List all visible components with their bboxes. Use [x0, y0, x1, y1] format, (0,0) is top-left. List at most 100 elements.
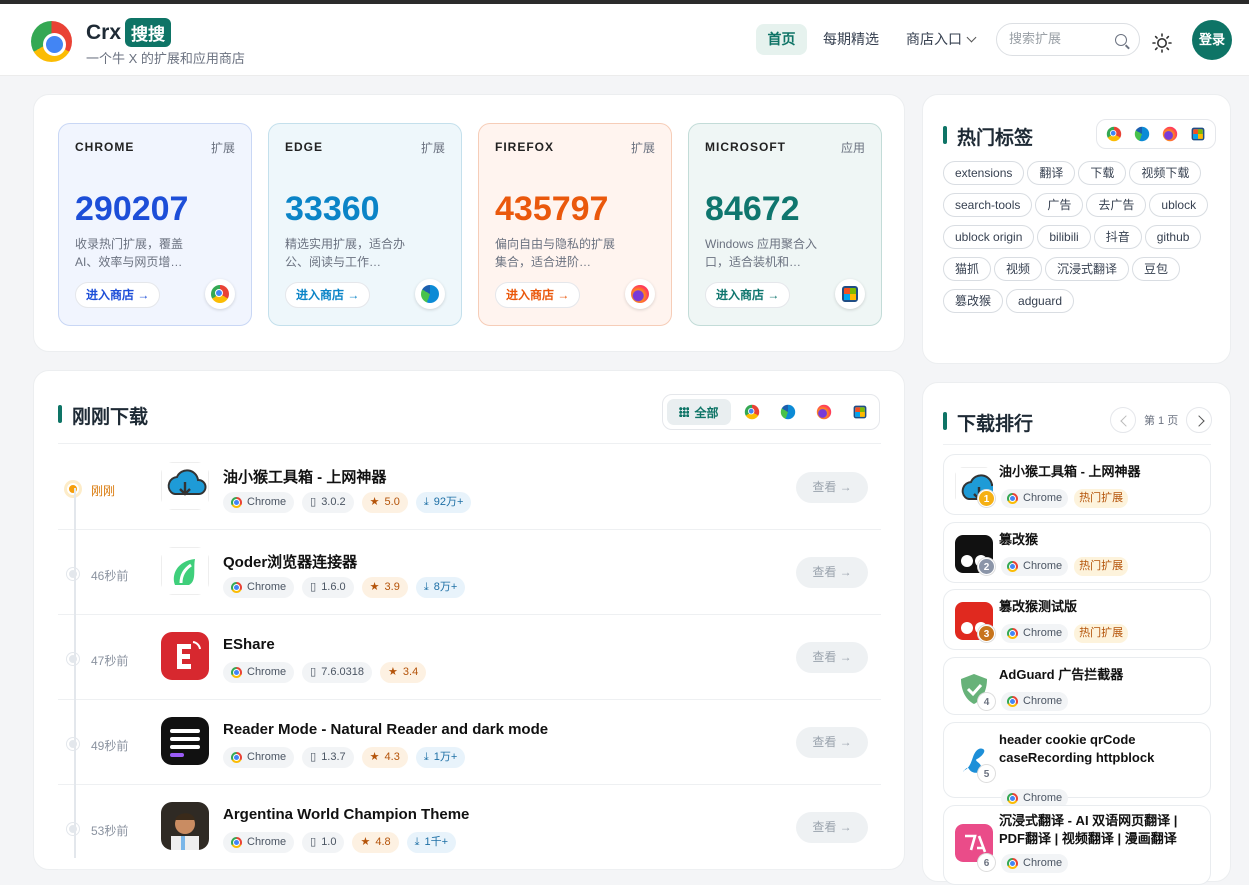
app-name[interactable]: 油小猴工具箱 - 上网神器	[999, 463, 1199, 481]
app-icon[interactable]	[161, 547, 209, 595]
tag-chip[interactable]: 篡改猴	[943, 289, 1004, 313]
filter-microsoft[interactable]	[1185, 123, 1211, 145]
tag-chip[interactable]: 下载	[1078, 161, 1127, 185]
rating-label: 5.0	[384, 496, 400, 508]
recent-download-row[interactable]: 53秒前 Argentina World Champion Theme Chro…	[58, 785, 881, 870]
enter-store-button[interactable]: 进入商店 →	[495, 282, 581, 308]
tag-chip[interactable]: 抖音	[1093, 225, 1142, 249]
search-icon[interactable]	[1115, 34, 1127, 46]
store-count: 290207	[75, 190, 189, 228]
tag-chip[interactable]: ublock origin	[943, 225, 1035, 249]
tag-chip[interactable]: 沉浸式翻译	[1045, 257, 1130, 281]
search-input[interactable]	[1009, 31, 1109, 46]
login-button[interactable]: 登录	[1192, 20, 1232, 60]
browser-tag: Chrome	[223, 747, 295, 768]
brand[interactable]: Crx 搜搜	[86, 18, 172, 47]
hot-badge: 热门扩展	[1074, 557, 1129, 576]
prev-page-button[interactable]	[1110, 407, 1136, 433]
star-icon: ★	[369, 496, 380, 508]
filter-firefox[interactable]	[809, 399, 839, 425]
chrome-icon	[1007, 561, 1018, 572]
tag-chip[interactable]: 广告	[1035, 193, 1084, 217]
tag-chip[interactable]: ublock	[1149, 193, 1209, 217]
tag-chip[interactable]: github	[1144, 225, 1202, 249]
app-name[interactable]: Argentina World Champion Theme	[223, 806, 469, 823]
downloads-label: 1万+	[433, 751, 458, 763]
app-icon[interactable]	[161, 802, 209, 850]
browser-label: Chrome	[247, 666, 287, 678]
nav-home[interactable]: 首页	[756, 24, 807, 55]
app-icon[interactable]	[161, 717, 209, 765]
tag-chip[interactable]: 猫抓	[943, 257, 992, 281]
logo-icon[interactable]	[31, 21, 72, 62]
recent-download-row[interactable]: 47秒前 EShare Chrome ▯ 7.6.0318 ★ 3.4 查看 →	[58, 615, 881, 700]
view-button[interactable]: 查看 →	[796, 812, 868, 843]
view-button[interactable]: 查看 →	[796, 727, 868, 758]
browser-label: Chrome	[1023, 627, 1063, 639]
tag-chip[interactable]: extensions	[943, 161, 1025, 185]
ranking-pager: 第 1 页	[1110, 407, 1213, 433]
store-card-microsoft[interactable]: MICROSOFT 应用 84672 Windows 应用聚合入口，适合装机和……	[688, 123, 882, 326]
app-name[interactable]: 沉浸式翻译 - AI 双语网页翻译 | PDF翻译 | 视频翻译 | 漫画翻译	[999, 812, 1199, 848]
view-button[interactable]: 查看 →	[796, 642, 868, 673]
filter-firefox[interactable]	[1157, 123, 1183, 145]
recent-download-row[interactable]: 刚刚 油小猴工具箱 - 上网神器 Chrome ▯ 3.0.2 ★ 5.0 ⤓ 92万+…	[58, 445, 881, 530]
tag-chip[interactable]: adguard	[1006, 289, 1075, 313]
app-name[interactable]: 油小猴工具箱 - 上网神器	[223, 466, 386, 487]
store-card-firefox[interactable]: FIREFOX 扩展 435797 偏向自由与隐私的扩展集合，适合进阶… 进入商…	[478, 123, 672, 326]
store-card-chrome[interactable]: CHROME 扩展 290207 收录热门扩展，覆盖 AI、效率与网页增… 进入…	[58, 123, 252, 326]
tag-chip[interactable]: bilibili	[1037, 225, 1091, 249]
rating-label: 4.3	[384, 751, 400, 763]
ranking-item[interactable]: 5 header cookie qrCode caseRecording htt…	[943, 722, 1211, 808]
filter-microsoft[interactable]	[845, 399, 875, 425]
nav-weekly[interactable]: 每期精选	[823, 24, 879, 55]
rating-tag: ★ 4.3	[361, 747, 408, 768]
enter-store-button[interactable]: 进入商店 →	[285, 282, 371, 308]
app-tags: Chrome ▯ 1.6.0 ★ 3.9 ⤓ 8万+	[223, 577, 466, 598]
view-button[interactable]: 查看 →	[796, 557, 868, 588]
brand-badge: 搜搜	[125, 18, 172, 47]
app-name[interactable]: Qoder浏览器连接器	[223, 551, 357, 572]
app-name[interactable]: 篡改猴测试版	[999, 598, 1199, 616]
next-page-button[interactable]	[1186, 407, 1213, 433]
tag-chip[interactable]: 豆包	[1132, 257, 1181, 281]
divider	[943, 444, 1211, 445]
ranking-item[interactable]: 3 篡改猴测试版 Chrome 热门扩展	[943, 589, 1211, 650]
app-icon[interactable]	[161, 462, 209, 510]
enter-store-button[interactable]: 进入商店 →	[75, 282, 161, 308]
filter-chrome[interactable]	[737, 399, 767, 425]
ranking-item[interactable]: 6 沉浸式翻译 - AI 双语网页翻译 | PDF翻译 | 视频翻译 | 漫画翻…	[943, 805, 1211, 885]
app-name[interactable]: header cookie qrCode caseRecording httpb…	[999, 731, 1199, 767]
nav-stores[interactable]: 商店入口	[906, 24, 977, 55]
ranking-item[interactable]: 2 篡改猴 Chrome 热门扩展	[943, 522, 1211, 583]
timeline-dot	[67, 653, 79, 665]
browser-label: Chrome	[1023, 492, 1063, 504]
app-name[interactable]: 篡改猴	[999, 531, 1199, 549]
tag-chip[interactable]: search-tools	[943, 193, 1033, 217]
app-name[interactable]: AdGuard 广告拦截器	[999, 666, 1199, 684]
filter-edge[interactable]	[773, 399, 803, 425]
ranking-item[interactable]: 1 油小猴工具箱 - 上网神器 Chrome 热门扩展	[943, 454, 1211, 515]
rank-number: 3	[978, 625, 995, 642]
app-name[interactable]: Reader Mode - Natural Reader and dark mo…	[223, 721, 548, 738]
enter-store-button[interactable]: 进入商店 →	[705, 282, 791, 308]
chrome-icon	[1007, 493, 1018, 504]
recent-download-row[interactable]: 46秒前 Qoder浏览器连接器 Chrome ▯ 1.6.0 ★ 3.9 ⤓ 8万+ …	[58, 530, 881, 615]
recent-download-row[interactable]: 49秒前 Reader Mode - Natural Reader and da…	[58, 700, 881, 785]
search-box[interactable]	[996, 23, 1140, 56]
store-type: 应用	[840, 141, 865, 155]
download-time: 47秒前	[91, 654, 129, 668]
app-icon[interactable]	[161, 632, 209, 680]
view-button[interactable]: 查看 →	[796, 472, 868, 503]
tag-chip[interactable]: 翻译	[1027, 161, 1076, 185]
sun-icon[interactable]	[1152, 33, 1172, 53]
tag-chip[interactable]: 视频下载	[1129, 161, 1202, 185]
tag-chip[interactable]: 去广告	[1086, 193, 1147, 217]
filter-edge[interactable]	[1129, 123, 1155, 145]
filter-chrome[interactable]	[1101, 123, 1127, 145]
tag-chip[interactable]: 视频	[994, 257, 1043, 281]
app-name[interactable]: EShare	[223, 636, 275, 653]
store-card-edge[interactable]: EDGE 扩展 33360 精选实用扩展，适合办公、阅读与工作… 进入商店 →	[268, 123, 462, 326]
ranking-item[interactable]: 4 AdGuard 广告拦截器 Chrome	[943, 657, 1211, 715]
filter-all[interactable]: 全部	[667, 399, 731, 425]
